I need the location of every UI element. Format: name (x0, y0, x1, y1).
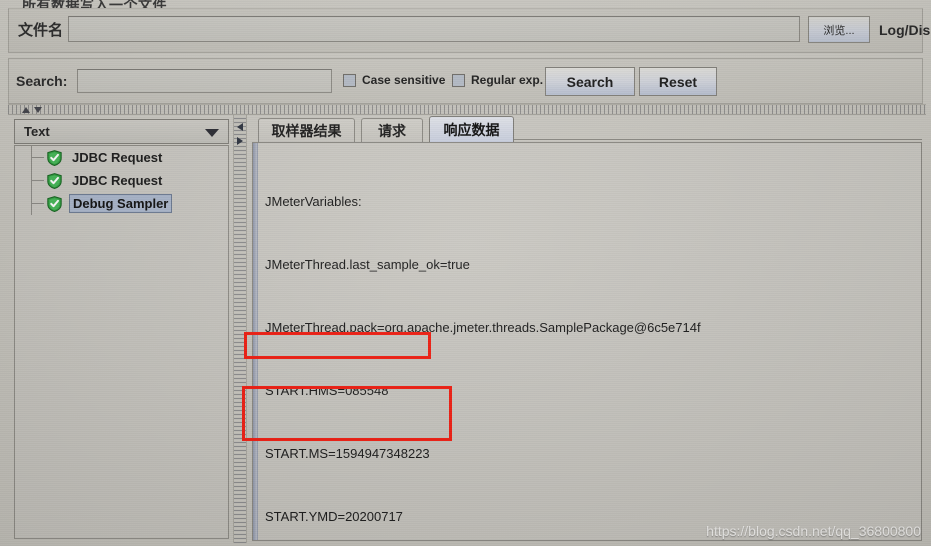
search-input[interactable] (77, 69, 332, 93)
green-shield-check-icon (47, 172, 62, 189)
sampler-tree[interactable]: JDBC Request JDBC Request Debug Sampler (14, 145, 229, 539)
tree-item-jdbc-request-2[interactable]: JDBC Request (15, 169, 228, 192)
tab-response-data[interactable]: 响应数据 (429, 116, 514, 143)
green-shield-check-icon (47, 195, 62, 212)
regular-exp-label: Regular exp. (471, 73, 544, 87)
watermark: https://blog.csdn.net/qq_36800800 (706, 523, 921, 539)
response-panel: 取样器结果 请求 响应数据 JMeterVariables: JMeterThr… (248, 113, 926, 543)
response-data-textarea[interactable]: JMeterVariables: JMeterThread.last_sampl… (252, 142, 922, 541)
filename-input[interactable] (68, 16, 800, 42)
reset-button[interactable]: Reset (639, 67, 717, 96)
response-text-content: JMeterVariables: JMeterThread.last_sampl… (265, 149, 915, 540)
case-sensitive-label: Case sensitive (362, 73, 446, 87)
render-type-combo[interactable]: Text (14, 119, 229, 144)
tab-sampler-result[interactable]: 取样器结果 (258, 118, 355, 143)
tree-elbow-icon (31, 146, 45, 169)
search-label: Search: (16, 73, 68, 89)
tree-item-label: Debug Sampler (69, 194, 173, 213)
results-tree-panel: Text JDBC Request JDBC Request Debug Sam… (8, 115, 233, 543)
splitter-collapse-up-icon[interactable] (22, 107, 30, 113)
checkbox-icon (343, 73, 356, 87)
tree-elbow-icon (31, 192, 45, 215)
tree-elbow-icon (31, 169, 45, 192)
response-line: JMeterThread.pack=org.apache.jmeter.thre… (265, 320, 701, 335)
browse-button[interactable]: 浏览... (808, 16, 870, 43)
response-line: JMeterVariables: (265, 194, 362, 209)
tree-item-label: JDBC Request (72, 173, 163, 188)
filename-label: 文件名 (18, 22, 64, 39)
splitter-collapse-down-icon[interactable] (34, 107, 42, 113)
render-type-combo-value: Text (24, 124, 50, 139)
response-line: START.HMS=085548 (265, 383, 389, 398)
splitter-collapse-right-icon[interactable] (237, 137, 243, 145)
tab-request[interactable]: 请求 (361, 118, 423, 143)
splitter-collapse-left-icon[interactable] (237, 123, 243, 131)
chevron-down-icon (205, 129, 219, 137)
tab-strip: 取样器结果 请求 响应数据 (252, 115, 922, 143)
case-sensitive-checkbox[interactable]: Case sensitive (343, 73, 445, 87)
response-gutter (253, 143, 258, 540)
tree-item-debug-sampler[interactable]: Debug Sampler (15, 192, 228, 215)
vertical-splitter[interactable] (233, 115, 247, 543)
tree-item-label: JDBC Request (72, 150, 163, 165)
checkbox-icon (452, 73, 465, 87)
green-shield-check-icon (47, 149, 62, 166)
response-line: START.MS=1594947348223 (265, 446, 430, 461)
regular-exp-checkbox[interactable]: Regular exp. (452, 73, 543, 87)
response-line: JMeterThread.last_sample_ok=true (265, 257, 470, 272)
log-display-label: Log/Dis (879, 22, 931, 38)
search-button[interactable]: Search (545, 67, 635, 96)
tree-item-jdbc-request-1[interactable]: JDBC Request (15, 146, 228, 169)
